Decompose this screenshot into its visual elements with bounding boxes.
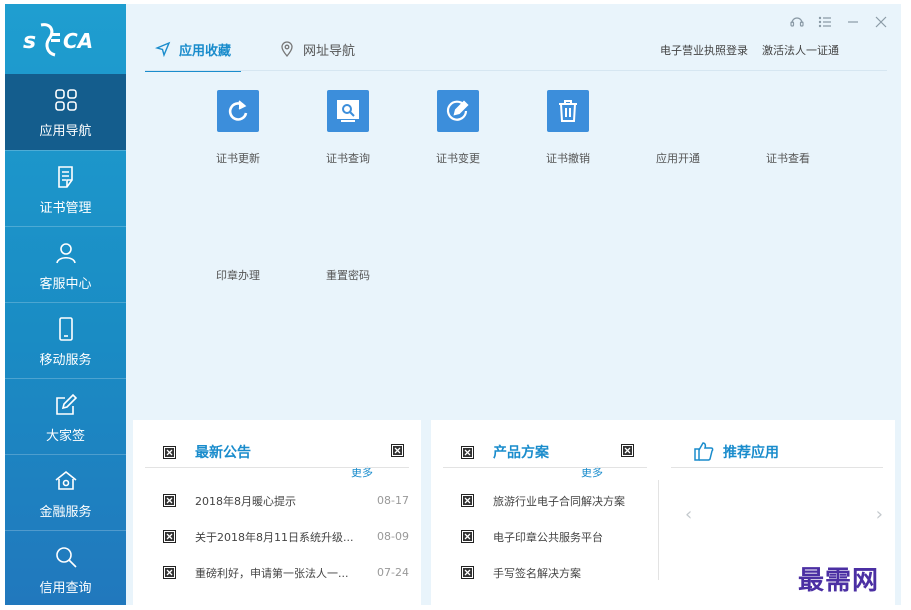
- sidebar-item-financial-service[interactable]: 金融服务: [5, 455, 126, 531]
- send-icon: [155, 41, 171, 57]
- support-icon[interactable]: [789, 14, 805, 30]
- announcement-text: 重磅利好，申请第一张法人一...: [195, 567, 349, 580]
- products-title: 产品方案: [493, 445, 549, 461]
- broken-image-icon: [163, 566, 176, 579]
- sidebar-item-everyone-sign[interactable]: 大家签: [5, 379, 126, 455]
- list-item[interactable]: 重磅利好，申请第一张法人一... 07-24: [133, 562, 421, 584]
- mobile-icon: [52, 315, 80, 343]
- broken-image-icon: [461, 446, 474, 459]
- broken-image-icon: [461, 494, 474, 507]
- menu-icon[interactable]: [817, 14, 833, 30]
- products-panel: 产品方案 更多 旅游行业电子合同解决方案 电子印章公共服务平台 手写签名解决方案: [431, 420, 659, 605]
- tab-url-navigation[interactable]: 网址导航: [269, 28, 365, 70]
- certificate-icon: [52, 163, 80, 191]
- product-text: 手写签名解决方案: [493, 567, 581, 580]
- app-label: 证书变更: [436, 152, 480, 165]
- broken-image-icon: [163, 494, 176, 507]
- search-icon: [52, 543, 80, 571]
- broken-image-icon: [163, 446, 176, 459]
- product-text: 旅游行业电子合同解决方案: [493, 495, 625, 508]
- list-item[interactable]: 关于2018年8月11日系统升级... 08-09: [133, 526, 421, 548]
- close-icon[interactable]: [873, 14, 889, 30]
- app-label: 重置密码: [326, 269, 370, 282]
- broken-image-icon: [163, 530, 176, 543]
- app-application-open[interactable]: 应用开通: [628, 150, 728, 166]
- sidebar-item-label: 应用导航: [39, 123, 92, 139]
- tabs-divider: [145, 70, 887, 71]
- sidebar-item-app-navigation[interactable]: 应用导航: [5, 74, 126, 150]
- tab-bar: 应用收藏 网址导航: [145, 28, 393, 72]
- change-icon: [437, 90, 479, 132]
- list-item[interactable]: 旅游行业电子合同解决方案: [431, 490, 659, 512]
- thumbs-up-icon: [694, 442, 714, 461]
- recommend-title: 推荐应用: [723, 445, 779, 461]
- sidebar-item-certificate-management[interactable]: 证书管理: [5, 151, 126, 227]
- bank-icon: [52, 467, 80, 495]
- user-icon: [52, 239, 80, 267]
- sidebar-item-label: 金融服务: [39, 504, 92, 520]
- sidebar: s CA 应用导航 证书管理 客服中心 移动服务 大家签 金融服务 信用查询: [5, 4, 126, 605]
- top-links: 电子营业执照登录 激活法人一证通: [660, 42, 839, 58]
- broken-image-icon: [391, 444, 404, 457]
- carousel-next-button[interactable]: ›: [876, 504, 883, 525]
- app-certificate-query[interactable]: 证书查询: [298, 90, 398, 166]
- app-reset-password[interactable]: 重置密码: [298, 267, 398, 283]
- app-seal-processing[interactable]: 印章办理: [188, 267, 288, 283]
- edit-sign-icon: [52, 391, 80, 419]
- watermark-logo: 最需网: [798, 566, 880, 596]
- svg-text:CA: CA: [63, 29, 93, 53]
- refresh-icon: [217, 90, 259, 132]
- sidebar-item-label: 证书管理: [39, 200, 92, 216]
- announcement-date: 08-17: [377, 494, 409, 507]
- business-license-login-link[interactable]: 电子营业执照登录: [660, 42, 748, 58]
- announcement-text: 关于2018年8月11日系统升级...: [195, 531, 354, 544]
- sidebar-item-label: 客服中心: [39, 276, 92, 292]
- announcements-panel: 最新公告 更多 2018年8月暖心提示 08-17 关于2018年8月11日系统…: [133, 420, 421, 605]
- app-label: 印章办理: [216, 269, 260, 282]
- list-item[interactable]: 2018年8月暖心提示 08-17: [133, 490, 421, 512]
- tab-label: 网址导航: [303, 43, 356, 59]
- app-label: 证书查看: [766, 152, 810, 165]
- query-icon: [327, 90, 369, 132]
- window-controls: [789, 14, 889, 30]
- app-certificate-view[interactable]: 证书查看: [738, 150, 838, 166]
- location-pin-icon: [281, 41, 293, 57]
- announcement-text: 2018年8月暖心提示: [195, 495, 296, 508]
- sidebar-item-customer-service[interactable]: 客服中心: [5, 227, 126, 303]
- broken-image-icon: [621, 444, 634, 457]
- list-item[interactable]: 电子印章公共服务平台: [431, 526, 659, 548]
- carousel-prev-button[interactable]: ‹: [685, 504, 692, 525]
- app-label: 证书更新: [216, 152, 260, 165]
- product-text: 电子印章公共服务平台: [493, 531, 603, 544]
- app-window: s CA 应用导航 证书管理 客服中心 移动服务 大家签 金融服务 信用查询 应…: [5, 4, 901, 605]
- app-certificate-update[interactable]: 证书更新: [188, 90, 288, 166]
- sitca-logo: s CA: [5, 4, 126, 74]
- app-certificate-change[interactable]: 证书变更: [408, 90, 508, 166]
- app-certificate-revoke[interactable]: 证书撤销: [518, 90, 618, 166]
- sidebar-item-mobile-service[interactable]: 移动服务: [5, 303, 126, 379]
- app-label: 证书撤销: [546, 152, 590, 165]
- tab-app-favorites[interactable]: 应用收藏: [145, 28, 242, 72]
- sidebar-item-credit-query[interactable]: 信用查询: [5, 531, 126, 605]
- announcements-title: 最新公告: [195, 445, 251, 461]
- announcement-date: 07-24: [377, 566, 409, 579]
- app-label: 应用开通: [656, 152, 700, 165]
- announcement-date: 08-09: [377, 530, 409, 543]
- broken-image-icon: [461, 566, 474, 579]
- svg-text:s: s: [23, 29, 36, 54]
- app-label: 证书查询: [326, 152, 370, 165]
- sidebar-item-label: 大家签: [45, 428, 85, 444]
- sidebar-item-label: 信用查询: [39, 580, 92, 596]
- broken-image-icon: [461, 530, 474, 543]
- activate-legal-person-link[interactable]: 激活法人一证通: [762, 42, 839, 58]
- apps-grid-icon: [52, 86, 80, 114]
- list-item[interactable]: 手写签名解决方案: [431, 562, 659, 584]
- trash-icon: [547, 90, 589, 132]
- minimize-icon[interactable]: [845, 14, 861, 30]
- sidebar-item-label: 移动服务: [39, 352, 92, 368]
- tab-label: 应用收藏: [179, 43, 232, 59]
